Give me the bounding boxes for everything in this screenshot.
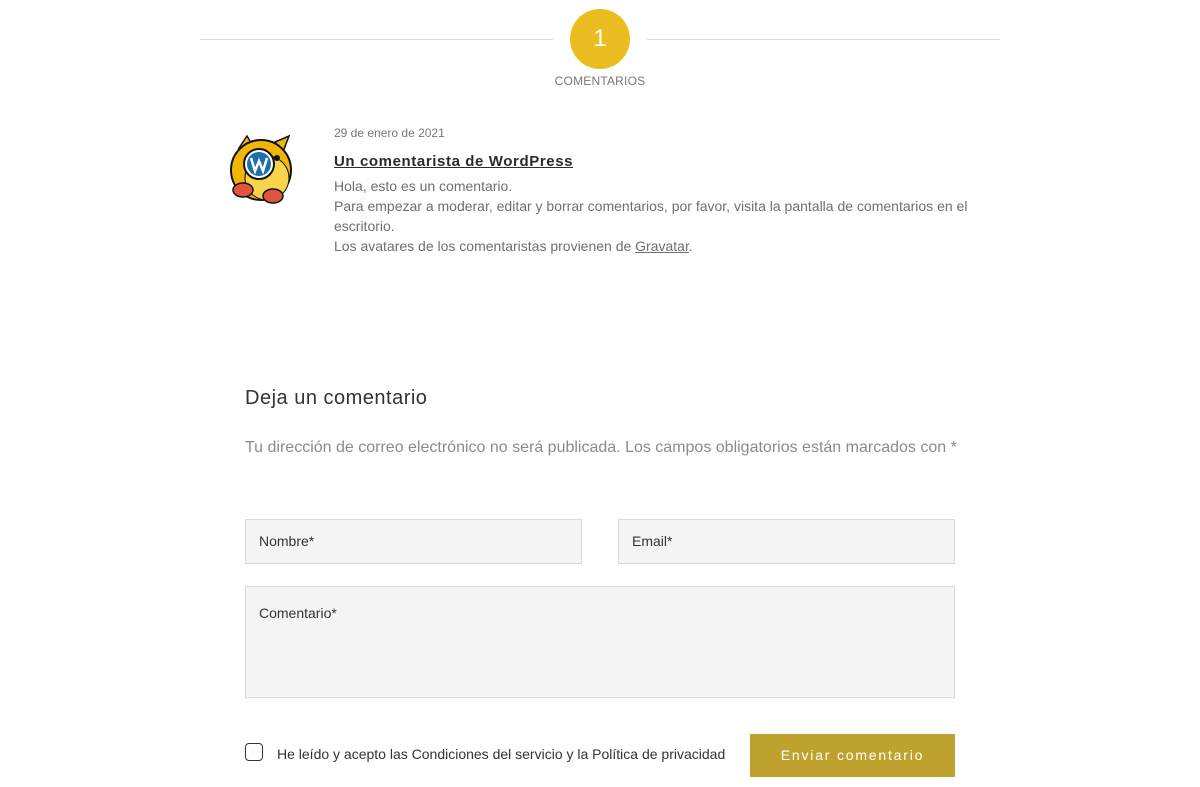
required-fields-note: Tu dirección de correo electrónico no se… [245, 439, 957, 456]
gravatar-link[interactable]: Gravatar [635, 238, 689, 254]
email-field[interactable]: Email* [618, 519, 955, 564]
header-divider-right [647, 39, 1000, 40]
wapuu-avatar-icon [225, 130, 295, 206]
name-field[interactable]: Nombre* [245, 519, 582, 564]
comment-author-link[interactable]: Un comentarista de WordPress [334, 153, 573, 170]
consent-label: He leído y acepto las Condiciones del se… [277, 746, 726, 762]
comment-date: 29 de enero de 2021 [334, 126, 445, 140]
comment-body: Hola, esto es un comentario. Para empeza… [334, 176, 984, 256]
comment-line: Hola, esto es un comentario. [334, 178, 513, 194]
comment-count-label: COMENTARIOS [554, 74, 646, 88]
comment-line: Para empezar a moderar, editar y borrar … [334, 198, 968, 234]
consent-checkbox[interactable] [245, 743, 263, 761]
comment-form-title: Deja un comentario [245, 387, 428, 409]
header-divider-left [200, 39, 553, 40]
comment-line-text: Los avatares de los comentaristas provie… [334, 238, 636, 254]
comment-line: Los avatares de los comentaristas provie… [334, 236, 984, 256]
comment-textarea[interactable]: Comentario* [245, 586, 955, 698]
comment-count-badge: 1 [570, 9, 630, 69]
comment-line-period: . [688, 238, 693, 254]
submit-comment-button[interactable]: Enviar comentario [750, 734, 955, 777]
